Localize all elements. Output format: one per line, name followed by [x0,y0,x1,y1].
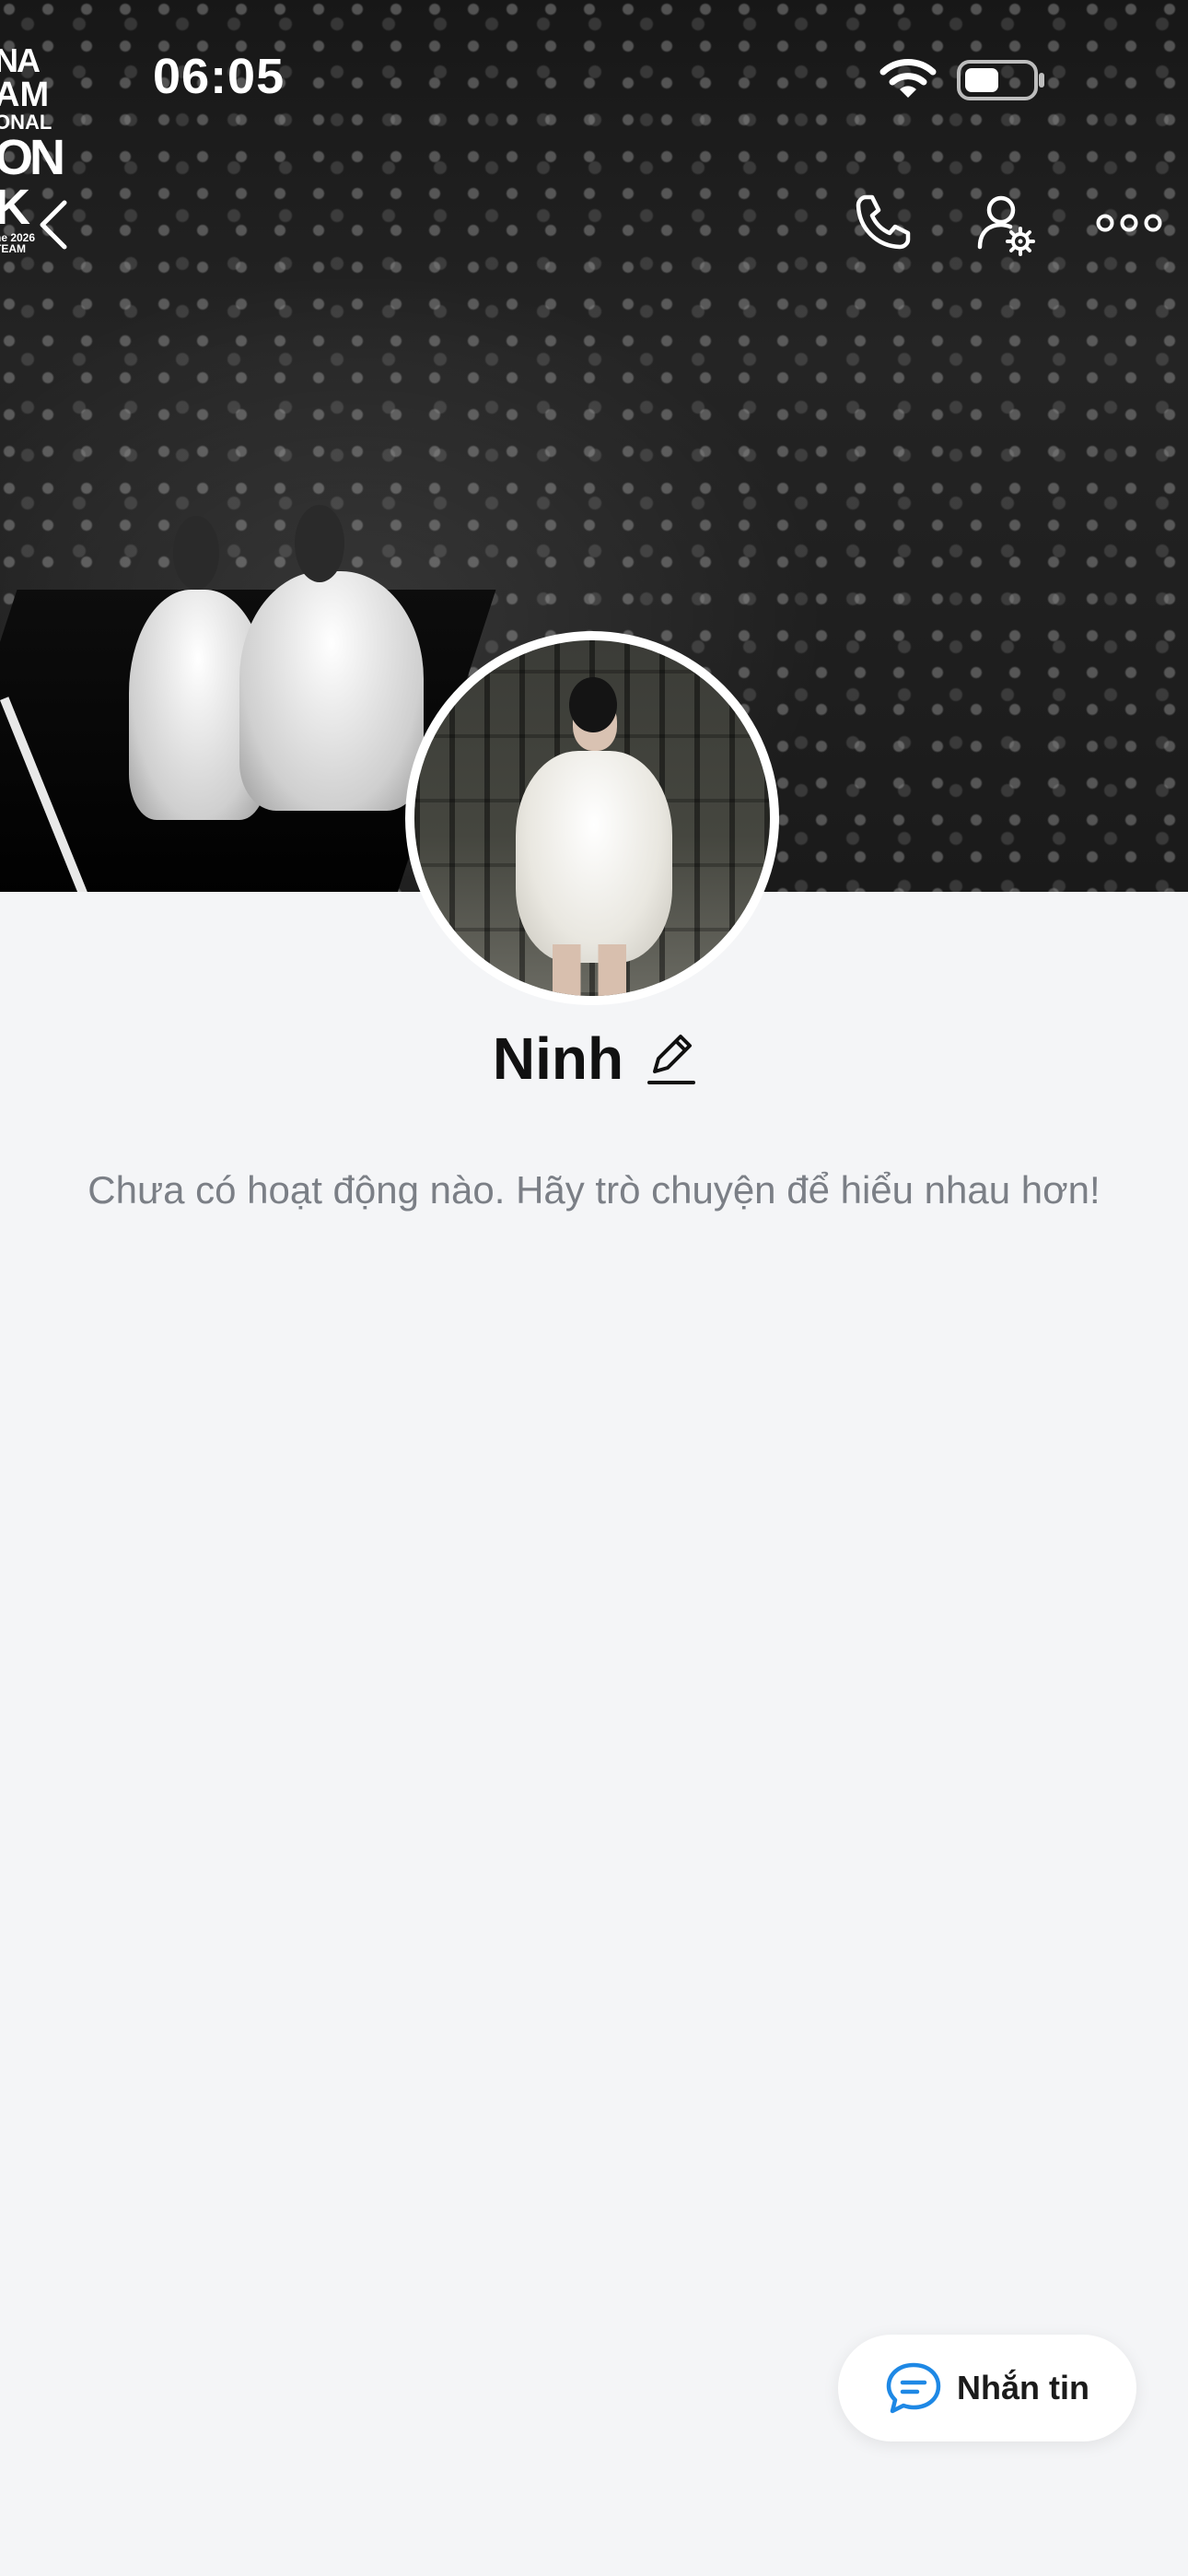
phone-icon [856,194,911,250]
back-button[interactable] [33,197,79,252]
profile-name-row: Ninh [0,1025,1188,1093]
avatar-person-legs [553,944,626,996]
user-settings-icon [977,195,1035,256]
poster-line: NA [0,41,41,79]
cover-model-head [295,505,344,582]
status-time: 06:05 [153,49,285,104]
back-icon [40,200,67,250]
user-settings-button[interactable] [976,193,1037,258]
avatar-person-outfit [516,751,672,963]
edit-name-button[interactable] [646,1029,696,1088]
cover-model-head [173,516,219,590]
more-icon [1096,214,1162,232]
pencil-icon [647,1035,696,1084]
wifi-icon [879,59,937,98]
poster-line: ON [0,130,65,185]
chat-bubble-icon [886,2362,941,2414]
battery-icon [957,60,1044,100]
call-button[interactable] [853,192,914,252]
send-message-button[interactable]: Nhắn tin [838,2335,1136,2441]
cover-model-gown [239,571,424,811]
avatar-photo [414,640,770,996]
profile-name: Ninh [492,1025,624,1092]
avatar-person-hair [569,677,617,732]
avatar[interactable] [405,631,779,1005]
poster-line: AM [0,76,50,114]
empty-activity-message: Chưa có hoạt động nào. Hãy trò chuyện để… [87,1168,1101,1212]
more-options-button[interactable] [1096,205,1162,241]
send-message-label: Nhắn tin [957,2369,1089,2406]
